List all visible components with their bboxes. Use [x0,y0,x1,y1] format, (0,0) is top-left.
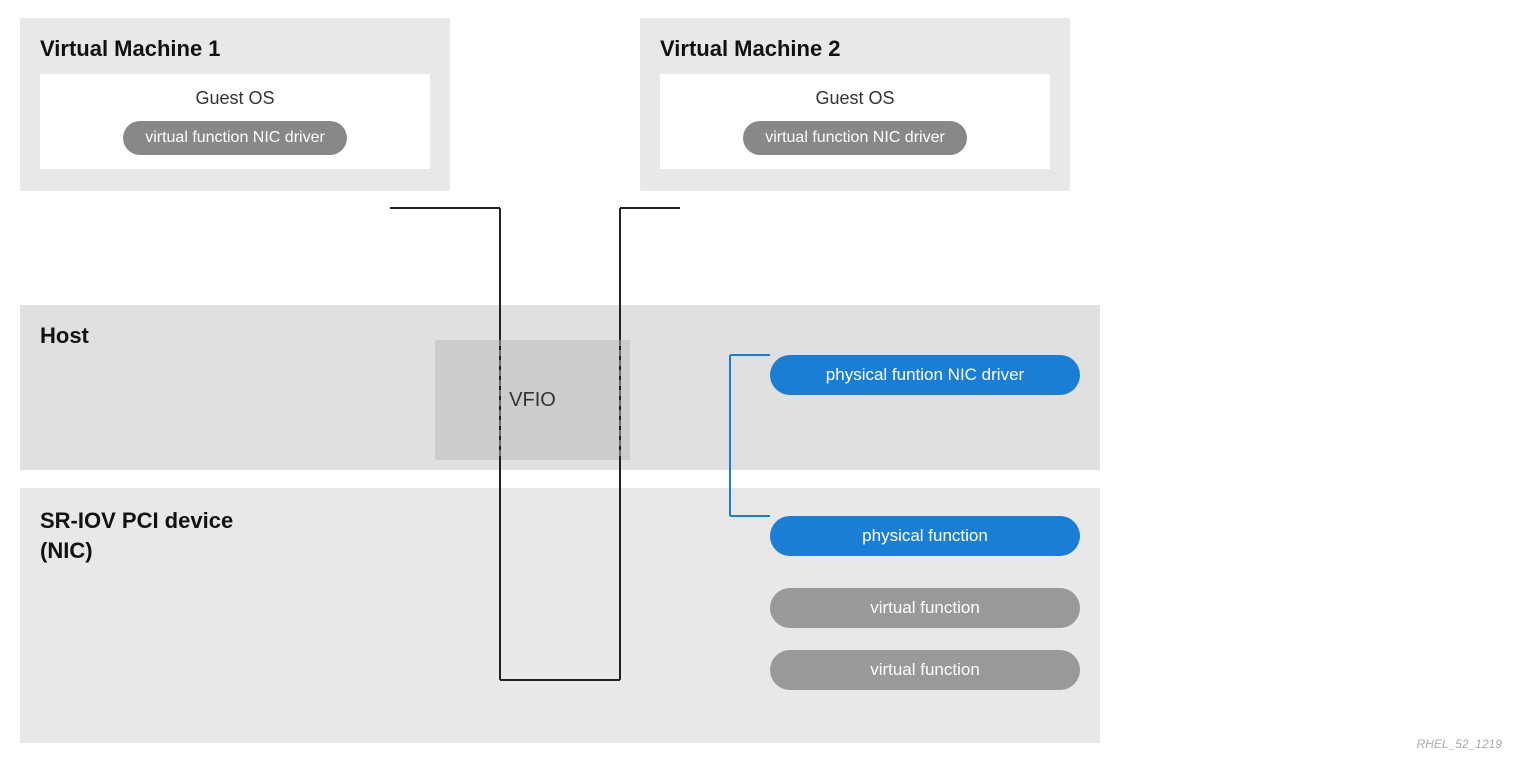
virtual-function-badge-2: virtual function [770,650,1080,690]
watermark: RHEL_52_1219 [1417,737,1502,751]
physical-function-badge: physical function [770,516,1080,556]
vm1-guest-os-box: Guest OS virtual function NIC driver [40,74,430,169]
main-container: Virtual Machine 1 Guest OS virtual funct… [0,0,1520,763]
vm2-guest-os-box: Guest OS virtual function NIC driver [660,74,1050,169]
vm1-guest-os-label: Guest OS [195,88,274,109]
vm1-title: Virtual Machine 1 [40,36,430,62]
vm2-guest-os-label: Guest OS [815,88,894,109]
vm2-vf-nic-badge: virtual function NIC driver [743,121,967,155]
vm1-vf-nic-badge: virtual function NIC driver [123,121,347,155]
vm2-box: Virtual Machine 2 Guest OS virtual funct… [640,18,1070,191]
vm1-box: Virtual Machine 1 Guest OS virtual funct… [20,18,450,191]
pf-nic-driver-badge: physical funtion NIC driver [770,355,1080,395]
virtual-function-badge-1: virtual function [770,588,1080,628]
host-section: Host VFIO physical funtion NIC driver [20,305,1100,470]
vm2-title: Virtual Machine 2 [660,36,1050,62]
vfio-label: VFIO [509,389,556,412]
vfio-box: VFIO [435,340,630,460]
sriov-section: SR-IOV PCI device (NIC) physical functio… [20,488,1100,743]
